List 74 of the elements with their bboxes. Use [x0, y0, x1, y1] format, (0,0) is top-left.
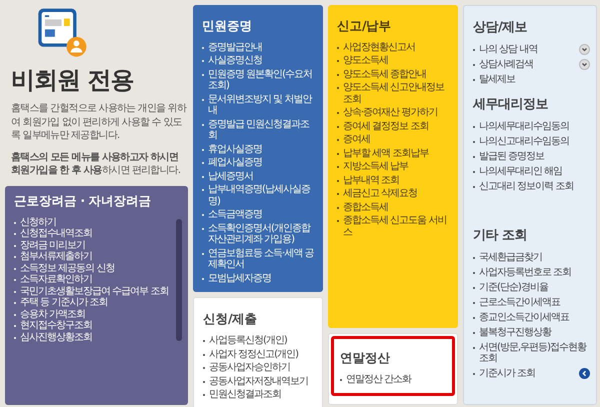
menu-link[interactable]: 공동사업자저장내역보기 [209, 376, 308, 387]
menu-link[interactable]: 지방소득세 납부 [343, 161, 408, 173]
intro-text: 홈택스를 간헐적으로 사용하는 개인을 위하여 회원가입 없이 편리하게 사용할 수 있도록 일부메뉴만 제공합니다. [11, 102, 188, 143]
menu-link[interactable]: 민원신청결과조회 [209, 389, 281, 400]
menu-link[interactable]: 상담사례검색 [479, 58, 533, 70]
menu-link[interactable]: 소득확인증명서(개인종합자산관리계좌 가입용) [208, 222, 317, 246]
menu-link[interactable]: 연금보험료등 소득·세액 공제확인서 [208, 248, 317, 271]
menu-link[interactable]: 심사진행상황조회 [20, 332, 92, 343]
menu-link[interactable]: 상속·증여재산 평가하기 [343, 107, 438, 119]
menu-link[interactable]: 나의세무대리수임동의 [479, 120, 569, 132]
arrow-left-icon[interactable] [579, 368, 590, 379]
menu-link[interactable]: 신청하기 [20, 216, 56, 228]
menu-link[interactable]: 서면(방문,우편등)접수현황조회 [479, 342, 590, 364]
chevron-down-icon[interactable] [579, 44, 590, 54]
menu-link[interactable]: 승용차 가액조회 [20, 308, 86, 320]
menu-link[interactable]: 신청접수내역조회 [20, 228, 92, 240]
menu-link[interactable]: 소득금액증명 [208, 209, 262, 221]
menu-link[interactable]: 종합소득세 [343, 202, 388, 214]
panel-title: 민원증명 [202, 17, 253, 35]
scrollbar[interactable] [176, 218, 182, 342]
menu-link[interactable]: 국세환급금찾기 [479, 252, 542, 263]
menu-link[interactable]: 기준(단순)경비율 [479, 282, 548, 293]
menu-link[interactable]: 불복청구진행상황 [479, 326, 551, 338]
panel-title: 연말정산 [340, 349, 391, 367]
menu-link[interactable]: 양도소득세 종합안내 [343, 68, 426, 80]
menu-link[interactable]: 폐업사실증명 [208, 157, 262, 169]
panel-title: 신청/제출 [203, 310, 258, 328]
menu-link[interactable]: 민원증명 원본확인(수요처 조회) [208, 68, 317, 92]
panel-title: 근로장려금 · 자녀장려금 [14, 192, 152, 210]
menu-link[interactable]: 종교인소득간이세액표 [479, 312, 569, 323]
menu-link[interactable]: 국민기초생활보장급여 수급여부 조회 [20, 286, 168, 297]
menu-link[interactable]: 사실증명신청 [208, 55, 262, 67]
menu-link[interactable]: 소득정보 제공동의 신청 [20, 262, 114, 274]
menu-link[interactable]: 문서위변조방지 및 처벌안내 [208, 94, 317, 117]
menu-link[interactable]: 증명발급안내 [208, 42, 262, 54]
menu-link[interactable]: 증여세 [343, 134, 370, 146]
menu-link[interactable]: 탈세제보 [479, 74, 515, 85]
panel-title: 상담/제보 [473, 19, 528, 37]
menu-link[interactable]: 첨부서류제출하기 [20, 251, 92, 262]
panel-title: 세무대리정보 [473, 96, 549, 114]
panel-title: 신고/납부 [337, 17, 392, 35]
page-title: 비회원 전용 [11, 67, 134, 94]
intro-note: 홈택스의 모든 메뉴를 사용하고자 하시면 회원가입을 한 후 사용하시면 편리합니다. [11, 150, 182, 178]
menu-link[interactable]: 휴업사실증명 [208, 144, 262, 156]
menu-link[interactable]: 근로소득간이세액표 [479, 296, 560, 308]
menu-link[interactable]: 나의세무대리인 해임 [479, 166, 562, 177]
chevron-down-icon[interactable] [579, 58, 590, 70]
menu-link[interactable]: 모범납세자증명 [208, 272, 271, 284]
menu-link[interactable]: 납세증명서 [208, 170, 253, 182]
menu-link[interactable]: 사업자등록번호로 조회 [479, 266, 572, 278]
menu-link[interactable]: 증명발급 민원신청결과조회 [208, 118, 317, 142]
menu-link[interactable]: 납부내역 조회 [343, 174, 400, 186]
menu-link[interactable]: 납부할 세액 조회납부 [343, 148, 428, 160]
menu-link[interactable]: 나의 상담 내역 [479, 44, 538, 55]
menu-link[interactable]: 사업장현황신고서 [343, 42, 415, 54]
menu-link[interactable]: 양도소득세 [343, 55, 388, 67]
menu-link[interactable]: 사업자 정정신고(개인) [209, 348, 298, 360]
menu-link[interactable]: 장려금 미리보기 [20, 240, 86, 251]
menu-link[interactable]: 나의신고대리수임동의 [479, 136, 569, 147]
menu-link[interactable]: 현지접수창구조회 [20, 320, 92, 332]
menu-link[interactable]: 공동사업자승인하기 [209, 362, 290, 374]
menu-link[interactable]: 납부내역증명(납세사실증명) [208, 184, 317, 208]
menu-link[interactable]: 사업등록신청(개인) [209, 335, 287, 346]
menu-link[interactable]: 기준시가 조회 [479, 368, 536, 380]
menu-link[interactable]: 연말정산 간소화 [346, 374, 412, 386]
menu-link[interactable]: 발급된 증명정보 [479, 150, 544, 162]
menu-link[interactable]: 종합소득세 신고도움 서비스 [343, 215, 452, 238]
menu-link[interactable]: 소득자료확인하기 [20, 274, 92, 286]
menu-link[interactable]: 주택 등 기준시가 조회 [20, 297, 108, 308]
menu-link[interactable]: 증여세 결정정보 조회 [343, 120, 428, 132]
menu-link[interactable]: 세금신고 삭제요청 [343, 188, 418, 200]
menu-link[interactable]: 신고대리 정보이력 조회 [479, 180, 574, 192]
panel-title: 기타 조회 [473, 227, 528, 245]
menu-link[interactable]: 양도소득세 신고안내정보조회 [343, 82, 452, 106]
